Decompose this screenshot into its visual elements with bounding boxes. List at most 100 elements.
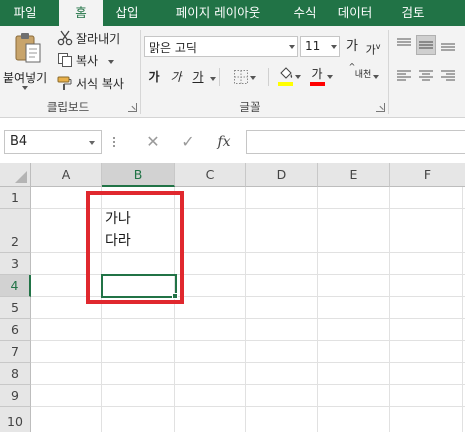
- tab-file[interactable]: 파일: [0, 0, 50, 26]
- fill-color-button[interactable]: [277, 67, 303, 87]
- row-header-6[interactable]: 6: [0, 319, 31, 341]
- phonetic-button[interactable]: 내천: [352, 67, 380, 87]
- select-all-button[interactable]: [0, 163, 31, 187]
- scissors-icon: [57, 30, 73, 46]
- align-left-icon: [397, 70, 411, 81]
- chevron-down-icon[interactable]: [331, 45, 337, 49]
- tab-page-layout[interactable]: 페이지 레이아웃: [156, 0, 280, 26]
- worksheet-grid: A B C D E F 1 2 3 4 5 6 7 8 9 10 가나 다라: [0, 163, 465, 432]
- paste-button[interactable]: 붙여넣기: [2, 30, 52, 96]
- row-header-5[interactable]: 5: [0, 297, 31, 319]
- row-header-1[interactable]: 1: [0, 187, 31, 209]
- column-header-c[interactable]: C: [175, 163, 246, 187]
- name-box[interactable]: B4: [4, 130, 102, 154]
- copy-button[interactable]: 복사: [57, 51, 129, 71]
- cut-label: 잘라내기: [76, 32, 121, 46]
- row-number: 4: [10, 278, 19, 293]
- column-header-a[interactable]: A: [31, 163, 102, 187]
- group-divider: [140, 30, 141, 114]
- formula-input[interactable]: [246, 130, 465, 154]
- chevron-down-icon: [250, 76, 256, 80]
- borders-button[interactable]: [233, 68, 259, 86]
- align-top-button[interactable]: [396, 36, 414, 54]
- grow-font-glyph: 가: [346, 39, 358, 54]
- row-header-4[interactable]: 4: [0, 275, 31, 297]
- font-color-glyph: 가: [311, 67, 323, 81]
- row-number: 7: [11, 344, 19, 359]
- font-group-label: 글꼴: [239, 100, 261, 114]
- row-header-2[interactable]: 2: [0, 209, 31, 253]
- align-middle-button[interactable]: [416, 35, 436, 55]
- font-name-combo[interactable]: 맑은 고딕: [144, 36, 298, 57]
- cut-button[interactable]: 잘라내기: [57, 29, 129, 49]
- name-box-value: B4: [10, 134, 28, 149]
- shrink-font-glyph: 가: [365, 43, 376, 57]
- highlight-box: [86, 191, 184, 304]
- group-divider: [388, 30, 389, 114]
- ribbon-home: 붙여넣기 잘라내기 복사 서식 복사 클립보드 맑은 고딕 11 가^ 가v 가…: [0, 26, 465, 118]
- font-color-button[interactable]: 가: [309, 67, 335, 87]
- tab-insert[interactable]: 삽입: [105, 0, 149, 26]
- font-size-combo[interactable]: 11: [300, 36, 340, 57]
- chevron-down-icon: [295, 75, 301, 79]
- chevron-down-icon: [327, 75, 333, 79]
- align-center-button[interactable]: [418, 68, 436, 86]
- chevron-down-icon[interactable]: [89, 141, 95, 145]
- row-header-8[interactable]: 8: [0, 363, 31, 385]
- align-bottom-button[interactable]: [440, 36, 458, 54]
- format-painter-button[interactable]: 서식 복사: [57, 74, 135, 94]
- shrink-font-caret-icon: v: [375, 42, 381, 51]
- format-painter-icon: [57, 76, 72, 90]
- gridline: [245, 187, 246, 432]
- tab-home[interactable]: 홈: [59, 0, 103, 28]
- gridline: [389, 187, 390, 432]
- row-number: 8: [11, 366, 19, 381]
- row-number: 10: [7, 414, 23, 429]
- column-header-b[interactable]: B: [102, 163, 175, 187]
- shrink-font-button[interactable]: 가v: [364, 37, 382, 57]
- tab-data[interactable]: 데이터: [327, 0, 383, 26]
- chevron-down-icon: [373, 75, 379, 79]
- row-number: 1: [11, 190, 19, 205]
- underline-button[interactable]: 가: [189, 67, 207, 87]
- borders-icon: [234, 70, 248, 84]
- gridline: [31, 340, 465, 341]
- grow-font-button[interactable]: 가^: [343, 37, 361, 71]
- row-number: 3: [11, 256, 19, 271]
- column-header-e[interactable]: E: [318, 163, 390, 187]
- bold-button[interactable]: 가: [145, 67, 163, 87]
- italic-button[interactable]: 가: [167, 67, 185, 87]
- divider: [268, 68, 269, 86]
- font-name-value: 맑은 고딕: [149, 41, 197, 55]
- column-header-d[interactable]: D: [246, 163, 318, 187]
- align-left-button[interactable]: [396, 68, 414, 86]
- clipboard-launcher-icon[interactable]: [128, 103, 137, 112]
- align-right-button[interactable]: [440, 68, 458, 86]
- cancel-icon[interactable]: ✕: [143, 132, 163, 152]
- align-bottom-icon: [441, 43, 455, 51]
- underline-dropdown-icon[interactable]: [210, 77, 216, 81]
- chevron-down-icon: [22, 86, 28, 90]
- copy-label: 복사: [76, 52, 115, 69]
- row-number: 5: [11, 300, 19, 315]
- font-launcher-icon[interactable]: [376, 103, 385, 112]
- grip-icon[interactable]: [112, 135, 116, 149]
- copy-icon: [58, 53, 72, 67]
- row-header-3[interactable]: 3: [0, 253, 31, 275]
- insert-function-button[interactable]: fx: [214, 132, 234, 152]
- row-number: 2: [11, 234, 19, 249]
- row-header-9[interactable]: 9: [0, 385, 31, 407]
- enter-icon[interactable]: ✓: [178, 132, 198, 152]
- row-header-7[interactable]: 7: [0, 341, 31, 363]
- align-right-icon: [441, 70, 455, 81]
- chevron-down-icon[interactable]: [289, 45, 295, 49]
- formula-bar: B4 ✕ ✓ fx: [0, 118, 465, 166]
- tab-formulas[interactable]: 수식: [283, 0, 327, 26]
- format-painter-label: 서식 복사: [76, 77, 124, 91]
- column-header-f[interactable]: F: [390, 163, 465, 187]
- paste-icon: [15, 33, 41, 63]
- align-middle-icon: [419, 41, 433, 49]
- phonetic-glyph: 내천: [354, 70, 372, 80]
- row-header-10[interactable]: 10: [0, 407, 31, 432]
- tab-review[interactable]: 검토: [391, 0, 435, 26]
